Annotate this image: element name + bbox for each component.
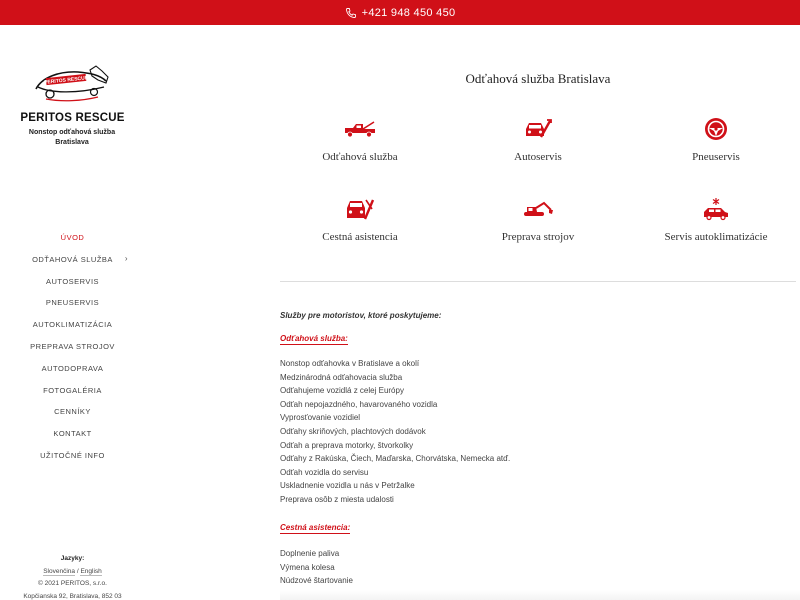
section-heading-cestna-asistencia: Cestná asistencia: [280,523,351,534]
main-navigation: ÚVOD ODŤAHOVÁ SLUŽBA › AUTOSERVIS PNEUSER… [0,231,145,471]
nav-item-cenniky[interactable]: CENNÍKY [0,405,145,427]
nav-item-fotogaleria[interactable]: FOTOGALÉRIA [0,384,145,406]
chevron-right-icon[interactable]: › [125,252,128,266]
sidebar: PERITOS RESCUE PERITOS RESCUE Nonstop od… [0,25,155,600]
road-assist-icon [347,199,375,220]
service-odtahova-sluzba[interactable]: Odťahová služba [280,117,440,163]
nav-item-uvod[interactable]: ÚVOD [0,231,145,253]
service-cestna-asistencia[interactable]: Cestná asistencia [280,197,440,243]
list-item: Medzinárodná odťahovacia služba [280,372,403,382]
lang-separator: / [76,567,79,575]
list-item: Výmena kolesa [280,562,335,572]
phone-link[interactable]: +421 948 450 450 [362,7,456,19]
sidebar-footer: Jazyky: Slovenčina / English © 2021 PERI… [0,553,145,600]
service-label: Servis autoklimatizácie [664,231,768,243]
list-item: Odťah a preprava motorky, štvorkolky [280,440,414,450]
car-wrench-icon [526,119,552,138]
list-item: Vyprosťovanie vozidiel [280,413,361,423]
top-contact-bar: +421 948 450 450 [0,0,800,25]
section-divider [280,281,796,282]
list-cestna-asistencia: Doplnenie paliva Výmena kolesa Núdzové š… [280,547,353,588]
tow-truck-icon [345,121,375,138]
phone-icon [345,7,356,18]
languages-title: Jazyky: [60,555,85,562]
list-item: Odťah nepojazdného, havarovaného vozidla [280,399,438,409]
service-label: Pneuservis [692,151,740,163]
nav-item-autoservis[interactable]: AUTOSERVIS [0,275,145,297]
nav-item-preprava-strojov[interactable]: PREPRAVA STROJOV [0,340,145,362]
nav-item-label: ODŤAHOVÁ SLUŽBA [32,254,113,264]
page-title: Odťahová služba Bratislava [465,71,611,86]
address: Kopčianska 92, Bratislava, 852 03 [23,592,122,600]
nav-item-kontakt[interactable]: KONTAKT [0,427,145,449]
list-item: Nonstop odťahovka v Bratislave a okolí [280,359,420,368]
list-item: Odťah vozidla do servisu [280,467,369,477]
list-item: Uskladnenie vozidla u nás v Petržalke [280,481,415,491]
section-heading-odtahova-sluzba: Odťahová služba: [280,334,348,345]
nav-item-uzitocne-info[interactable]: UŽITOČNÉ INFO [0,449,145,471]
list-item: Doplnenie paliva [280,549,340,558]
copyright: © 2021 PERITOS, s.r.o. [38,580,107,587]
service-autoservis[interactable]: Autoservis [458,117,618,163]
service-preprava-strojov[interactable]: Preprava strojov [458,197,618,243]
list-item: Preprava osôb z miesta udalosti [280,494,394,504]
service-label: Odťahová služba [322,151,398,163]
nav-item-autodoprava[interactable]: AUTODOPRAVA [0,362,145,384]
brand-name: PERITOS RESCUE [20,112,125,124]
service-label: Autoservis [514,151,562,163]
lang-link-english[interactable]: English [80,567,102,576]
main-content: Odťahová služba Bratislava Odťahová služ… [280,25,800,600]
excavator-icon [524,201,553,216]
scroll-fade [280,590,800,600]
list-odtahova-sluzba: Nonstop odťahovka v Bratislave a okolí M… [280,357,510,507]
nav-item-pneuservis[interactable]: PNEUSERVIS [0,296,145,318]
car-ac-icon [704,198,728,221]
logo[interactable]: PERITOS RESCUE [32,63,112,103]
list-item: Núdzové štartovanie [280,576,353,586]
service-label: Cestná asistencia [322,231,398,243]
steering-wheel-icon [705,118,727,140]
list-item: Odťahujeme vozidlá z celej Európy [280,386,404,396]
list-item: Odťahy skriňových, plachtových dodávok [280,426,426,436]
language-switcher: Slovenčina / English [0,566,145,579]
service-servis-autoklimatizacie[interactable]: Servis autoklimatizácie [636,197,796,243]
list-item: Odťahy z Rakúska, Čiech, Maďarska, Chorv… [280,454,511,464]
services-intro: Služby pre motoristov, ktoré poskytujeme… [280,311,442,320]
brand-tagline: Nonstop odťahová služba Bratislava [28,129,116,146]
service-pneuservis[interactable]: Pneuservis [636,117,796,163]
lang-link-slovak[interactable]: Slovenčina [43,567,76,576]
nav-item-autoklimatizacia[interactable]: AUTOKLIMATIZÁCIA [0,318,145,340]
service-label: Preprava strojov [501,231,575,243]
nav-item-odtahova-sluzba[interactable]: ODŤAHOVÁ SLUŽBA › [0,253,145,275]
